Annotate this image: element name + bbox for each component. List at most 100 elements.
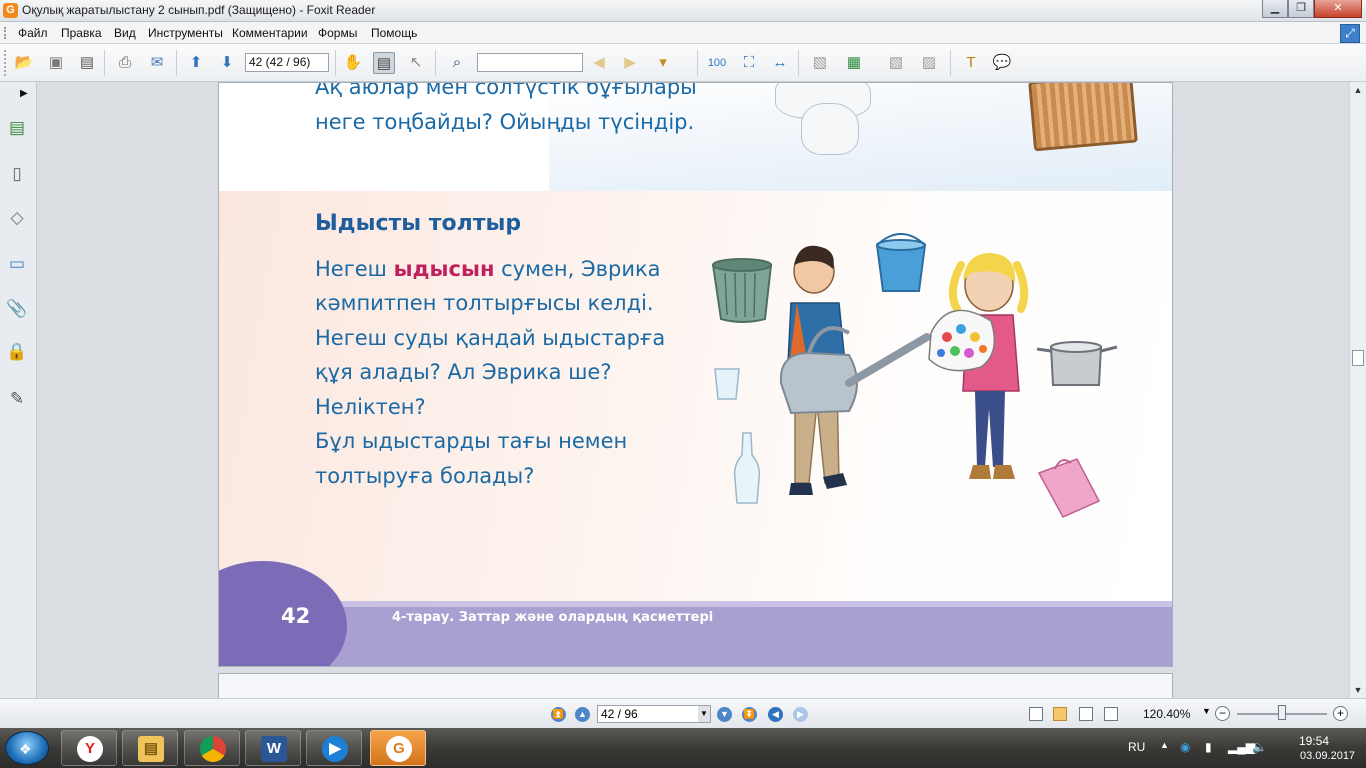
- scroll-up-arrow-icon[interactable]: ▲: [1352, 84, 1364, 96]
- input-language[interactable]: RU: [1128, 740, 1145, 754]
- yandex-browser-task[interactable]: Y: [61, 730, 117, 766]
- body-text-line: Неліктен?: [315, 395, 426, 419]
- word-task[interactable]: W: [245, 730, 301, 766]
- zoom-level[interactable]: 120.40%: [1143, 707, 1190, 721]
- page-navigation-field[interactable]: 42 / 96 ▼: [597, 705, 711, 723]
- go-back-icon[interactable]: ◀: [768, 707, 783, 722]
- security-lock-icon[interactable]: 🔒: [6, 340, 28, 364]
- menu-file[interactable]: Файл: [18, 26, 48, 40]
- vertical-scrollbar[interactable]: ▲ ▼: [1349, 82, 1366, 698]
- signal-icon[interactable]: ▂▄▆: [1228, 740, 1255, 754]
- question-text: неге тоңбайды? Ойыңды түсіндір.: [315, 110, 695, 134]
- clock-date[interactable]: 03.09.2017: [1300, 750, 1355, 762]
- clock-time[interactable]: 19:54: [1299, 734, 1329, 748]
- foxit-reader-task[interactable]: G: [370, 730, 426, 766]
- children-with-containers-illustration: [711, 233, 1118, 518]
- word-icon: W: [261, 736, 287, 762]
- maximize-button[interactable]: ❐: [1288, 0, 1314, 18]
- toolbar-separator: [697, 50, 698, 76]
- menu-forms[interactable]: Формы: [318, 26, 357, 40]
- start-button[interactable]: ❖: [5, 731, 49, 765]
- pages-thumbnails-icon[interactable]: ▯: [6, 162, 28, 186]
- hand-tool-icon[interactable]: ✋: [342, 52, 364, 74]
- single-page-view-icon[interactable]: [1029, 707, 1043, 721]
- body-text: Негеш: [315, 257, 394, 281]
- expand-panel-icon[interactable]: ▶: [20, 88, 28, 99]
- select-pointer-icon[interactable]: ↖: [405, 52, 427, 74]
- highlighted-word: ыдысын: [393, 257, 495, 281]
- comment-note-icon[interactable]: 💬: [991, 52, 1013, 74]
- facing-view-icon[interactable]: [1079, 707, 1093, 721]
- battery-icon[interactable]: ▮: [1205, 740, 1212, 754]
- last-page-icon[interactable]: ⏬: [742, 707, 757, 722]
- first-page-icon[interactable]: ⏫: [551, 707, 566, 722]
- zoom-dropdown-icon[interactable]: ▼: [1202, 706, 1211, 716]
- menu-edit[interactable]: Правка: [61, 26, 102, 40]
- menu-tools[interactable]: Инструменты: [148, 26, 223, 40]
- go-forward-icon[interactable]: ▶: [793, 707, 808, 722]
- pdf-from-file-icon[interactable]: ▧: [885, 52, 907, 74]
- email-icon[interactable]: ✉: [146, 52, 168, 74]
- yandex-icon: Y: [77, 736, 103, 762]
- typewriter-icon[interactable]: T: [960, 52, 982, 74]
- layers-icon[interactable]: ◇: [6, 206, 28, 230]
- foxit-app-icon[interactable]: G: [3, 3, 18, 18]
- next-page-icon[interactable]: ▼: [717, 707, 732, 722]
- chrome-task[interactable]: [184, 730, 240, 766]
- network-app-icon[interactable]: ◉: [1180, 740, 1190, 754]
- search-input[interactable]: [477, 53, 583, 72]
- search-options-icon[interactable]: ▾: [652, 52, 674, 74]
- toolbar-separator: [950, 50, 951, 76]
- toolbar: 📂 ▣ ▤ ⎙ ✉ ⬆ ⬇ 42 (42 / 96) ✋ ▤ ↖ ⌕ ◀ ▶ ▾…: [0, 44, 1366, 82]
- create-pdf-icon[interactable]: ▧: [809, 52, 831, 74]
- open-folder-icon[interactable]: 📂: [13, 52, 35, 74]
- restore-window-icon[interactable]: ⤢: [1340, 24, 1360, 43]
- toolbar-grip: [4, 50, 6, 76]
- volume-icon[interactable]: 🔈: [1252, 740, 1267, 754]
- next-page-icon[interactable]: ⬇: [216, 52, 238, 74]
- body-text-line: Негеш ыдысын сумен, Эврика: [315, 257, 661, 281]
- menu-help[interactable]: Помощь: [371, 26, 417, 40]
- question-text: Ақ аюлар мен солтүстік бұғылары: [315, 82, 697, 99]
- document-view[interactable]: Ақ аюлар мен солтүстік бұғылары неге тоң…: [37, 82, 1349, 698]
- zoom-in-button[interactable]: +: [1333, 706, 1348, 721]
- signatures-icon[interactable]: ✎: [6, 387, 28, 411]
- title-bar: G Оқулық жаратылыстану 2 сынып.pdf (Защи…: [0, 0, 1366, 22]
- continuous-view-icon[interactable]: [1053, 707, 1067, 721]
- actual-size-icon[interactable]: 100: [706, 52, 728, 74]
- previous-page-icon[interactable]: ⬆: [185, 52, 207, 74]
- show-hidden-icons-icon[interactable]: ▲: [1160, 740, 1169, 750]
- save-as-icon[interactable]: ▤: [76, 52, 98, 74]
- comments-icon[interactable]: ▭: [6, 252, 28, 276]
- page-number-field[interactable]: 42 (42 / 96): [245, 53, 329, 72]
- previous-page-icon[interactable]: ▲: [575, 707, 590, 722]
- zoom-slider-thumb[interactable]: [1278, 705, 1286, 720]
- continuous-facing-view-icon[interactable]: [1104, 707, 1118, 721]
- combine-pdf-icon[interactable]: ▨: [918, 52, 940, 74]
- page-dropdown-icon[interactable]: ▼: [698, 706, 710, 722]
- select-text-icon[interactable]: ▤: [373, 52, 395, 74]
- save-icon[interactable]: ▣: [45, 52, 67, 74]
- attachments-icon[interactable]: 📎: [6, 297, 28, 321]
- menu-comments[interactable]: Комментарии: [232, 26, 308, 40]
- fit-width-icon[interactable]: ↔: [769, 52, 791, 74]
- scroll-down-arrow-icon[interactable]: ▼: [1352, 684, 1364, 696]
- file-explorer-task[interactable]: ▤: [122, 730, 178, 766]
- media-player-task[interactable]: ▶: [306, 730, 362, 766]
- zoom-out-button[interactable]: −: [1215, 706, 1230, 721]
- glass-illustration: [714, 368, 740, 400]
- convert-pdf-icon[interactable]: ▦: [843, 52, 865, 74]
- menu-view[interactable]: Вид: [114, 26, 136, 40]
- fit-page-icon[interactable]: ⛶: [738, 52, 760, 74]
- bookmarks-icon[interactable]: ▤: [6, 116, 28, 140]
- find-previous-icon[interactable]: ◀: [588, 52, 610, 74]
- toolbar-separator: [176, 50, 177, 76]
- print-icon[interactable]: ⎙: [114, 52, 136, 74]
- foxit-icon: G: [386, 736, 412, 762]
- scrollbar-thumb[interactable]: [1352, 350, 1364, 366]
- page-footer-stripe: [219, 601, 1172, 607]
- find-binoculars-icon[interactable]: ⌕: [446, 52, 468, 74]
- find-next-icon[interactable]: ▶: [619, 52, 641, 74]
- minimize-button[interactable]: ▁: [1262, 0, 1288, 18]
- close-button[interactable]: ✕: [1314, 0, 1362, 18]
